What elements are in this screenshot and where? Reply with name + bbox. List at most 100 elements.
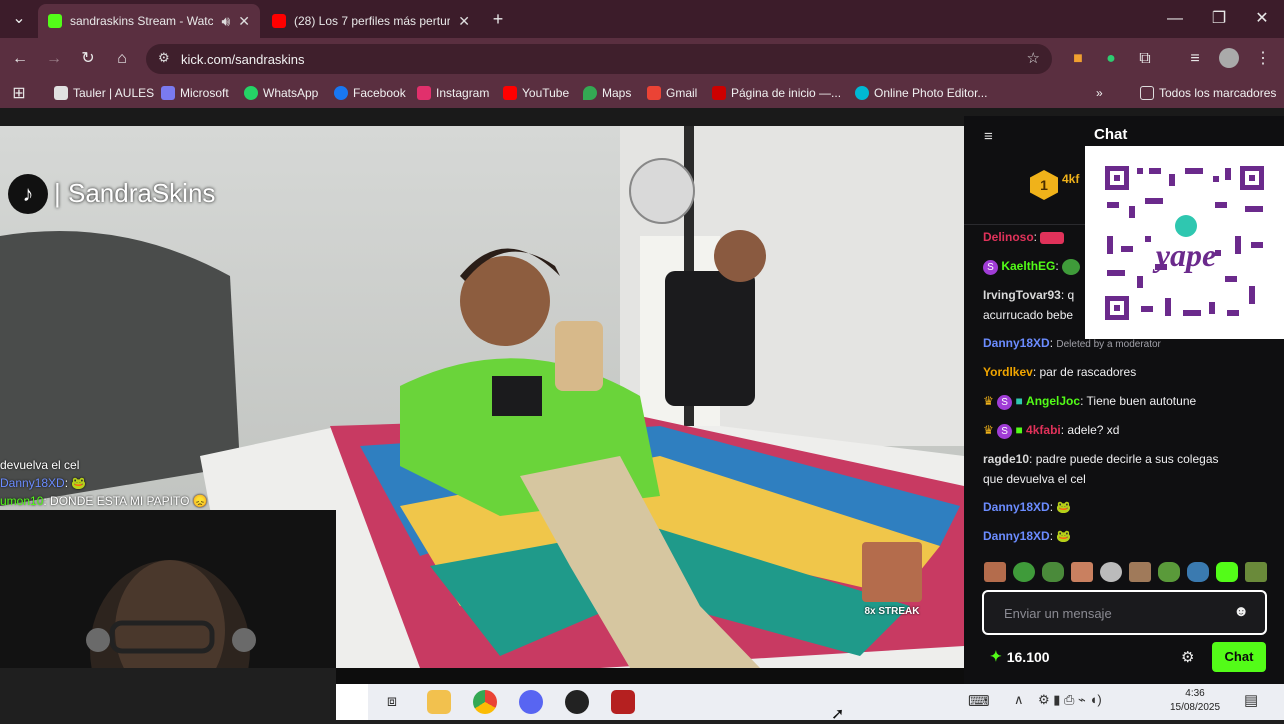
chat-username[interactable]: Danny18XD — [983, 336, 1050, 350]
new-tab-button[interactable]: + — [487, 8, 509, 30]
show-hidden-icons[interactable]: ∧ — [1014, 692, 1024, 708]
pepe-emote-icon[interactable] — [1187, 562, 1209, 582]
restore-icon[interactable]: ❐ — [1208, 8, 1230, 30]
microsoft-icon — [161, 86, 175, 100]
emote-icon[interactable] — [984, 562, 1006, 582]
overlay-chat-line: umon10: DONDE ESTA MI PAPITO 😞 — [0, 494, 208, 508]
pepe-emote-icon — [1062, 259, 1081, 275]
site-info-icon[interactable]: ⚙ — [158, 50, 170, 66]
chat-username[interactable]: AngelJoc — [1026, 394, 1080, 408]
youtube-icon — [503, 86, 517, 100]
tray-icons[interactable]: ⚙ ▮ ⎙ ⌁ ◖) — [1038, 692, 1102, 708]
chat-username[interactable]: KaelthEG — [1001, 259, 1055, 273]
emote-icon[interactable] — [1071, 562, 1093, 582]
bookmark-microsoft[interactable]: Microsoft — [161, 86, 229, 100]
keyboard-icon[interactable]: ⌨ — [968, 692, 990, 710]
extension-green-icon[interactable]: ● — [1100, 48, 1122, 70]
tab-close-icon[interactable]: ✕ — [458, 13, 470, 30]
apps-grid-icon[interactable]: ⊞ — [8, 83, 30, 105]
bookmark-pagina-inicio[interactable]: Página de inicio —... — [712, 86, 841, 100]
phone — [555, 321, 603, 391]
chat-text: par de rascadores — [1039, 365, 1137, 379]
kick-favicon-icon — [48, 14, 62, 28]
chat-username[interactable]: 4kfabi — [1026, 423, 1061, 437]
bookmark-label: YouTube — [522, 86, 570, 100]
emote-icon[interactable] — [1216, 562, 1238, 582]
subscriber-badge-icon: S — [997, 395, 1013, 410]
profile-avatar[interactable] — [1219, 48, 1239, 68]
chat-username[interactable]: ragde10 — [983, 452, 1029, 466]
bookmark-tauler[interactable]: Tauler | AULES — [54, 86, 154, 100]
pepe-emote-icon[interactable] — [1158, 562, 1180, 582]
emote-icon[interactable] — [1245, 562, 1267, 582]
chat-text: 🐸 — [1056, 500, 1072, 514]
speaker-icon[interactable]: 🔊︎ — [221, 13, 230, 30]
chat-message: Delinoso: — [983, 230, 1065, 244]
chat-username[interactable]: Delinoso — [983, 230, 1034, 244]
send-chat-button[interactable]: Chat — [1212, 642, 1266, 672]
clock[interactable]: 4:36 15/08/2025 — [1168, 687, 1222, 715]
chat-message: Danny18XD: 🐸 — [983, 500, 1072, 514]
menu-icon[interactable]: ⋮ — [1252, 48, 1274, 70]
cat-emote-icon[interactable] — [1100, 562, 1122, 582]
dota-icon[interactable] — [611, 690, 635, 714]
emote-icon[interactable] — [1129, 562, 1151, 582]
chat-input[interactable]: Enviar un mensaje ☻ — [982, 590, 1267, 635]
collapse-chat-icon[interactable]: ≡ — [984, 128, 993, 145]
chat-settings-icon[interactable]: ⚙ — [1181, 648, 1194, 666]
back-icon[interactable]: ← — [9, 48, 31, 70]
chat-message: Danny18XD: 🐸 — [983, 529, 1072, 543]
channel-points[interactable]: ✦ 16.100 — [990, 648, 1050, 665]
bookmark-gmail[interactable]: Gmail — [647, 86, 697, 100]
yape-qr-code: yape — [1085, 146, 1284, 339]
chat-username[interactable]: Yordlkev — [983, 365, 1033, 379]
bookmarks-overflow-icon[interactable]: » — [1096, 86, 1103, 100]
chat-input-placeholder: Enviar un mensaje — [1004, 606, 1112, 621]
tab-search-icon[interactable]: ⌄ — [8, 8, 30, 30]
chat-username[interactable]: IrvingTovar93 — [983, 288, 1061, 302]
notifications-icon[interactable]: ▤ — [1244, 691, 1258, 709]
discord-icon[interactable] — [519, 690, 543, 714]
points-icon: ✦ — [990, 648, 1002, 664]
chrome-icon[interactable] — [473, 690, 497, 714]
bookmark-star-icon[interactable]: ☆ — [1027, 49, 1040, 67]
bookmark-label: Microsoft — [180, 86, 229, 100]
tab-close-icon[interactable]: ✕ — [238, 13, 250, 30]
pepe-emote-icon[interactable] — [1042, 562, 1064, 582]
extensions-puzzle-icon[interactable]: ⧉ — [1134, 48, 1156, 70]
chat-message: S KaelthEG: — [983, 259, 1081, 276]
video-player[interactable]: ♪ | SandraSkins devuelva el cel Danny18X… — [0, 126, 964, 668]
close-window-icon[interactable]: ✕ — [1251, 8, 1273, 30]
chat-username[interactable]: Danny18XD — [983, 529, 1050, 543]
pepe-emote-icon[interactable] — [1013, 562, 1035, 582]
chat-username[interactable]: Danny18XD — [983, 500, 1050, 514]
bookmark-instagram[interactable]: Instagram — [417, 86, 489, 100]
home-icon[interactable]: ⌂ — [111, 48, 133, 70]
chat-text: 🐸 — [1056, 529, 1072, 543]
streak-label: 8x STREAK — [864, 606, 920, 617]
file-explorer-icon[interactable] — [427, 690, 451, 714]
tab-youtube[interactable]: (28) Los 7 perfiles más perturba ✕ — [262, 4, 480, 38]
overlay-user: Danny18XD — [0, 476, 65, 490]
forward-icon[interactable]: → — [43, 48, 65, 70]
maps-icon — [583, 86, 597, 100]
media-icon[interactable]: ≡ — [1184, 48, 1206, 70]
obs-icon[interactable] — [565, 690, 589, 714]
emoji-picker-icon[interactable]: ☻ — [1233, 603, 1249, 620]
bookmark-maps[interactable]: Maps — [583, 86, 631, 100]
address-bar[interactable]: ⚙ kick.com/sandraskins ☆ — [146, 44, 1052, 74]
pinned-user[interactable]: 4kf — [1062, 172, 1079, 186]
tab-kick[interactable]: sandraskins Stream - Watch 🔊︎ ✕ — [38, 4, 260, 38]
bookmark-facebook[interactable]: Facebook — [334, 86, 406, 100]
bookmark-whatsapp[interactable]: WhatsApp — [244, 86, 318, 100]
extension-icon[interactable]: ■ — [1067, 48, 1089, 70]
bookmark-youtube[interactable]: YouTube — [503, 86, 569, 100]
tab-title: (28) Los 7 perfiles más perturba — [294, 14, 451, 28]
minimize-icon[interactable]: — — [1164, 8, 1186, 30]
task-view-icon[interactable]: ⧈ — [380, 690, 404, 714]
bookmark-photo-editor[interactable]: Online Photo Editor... — [855, 86, 987, 100]
all-bookmarks[interactable]: Todos los marcadores — [1140, 86, 1276, 100]
whatsapp-icon — [244, 86, 258, 100]
tab-title: sandraskins Stream - Watch — [70, 14, 214, 28]
reload-icon[interactable]: ↻ — [77, 48, 99, 70]
